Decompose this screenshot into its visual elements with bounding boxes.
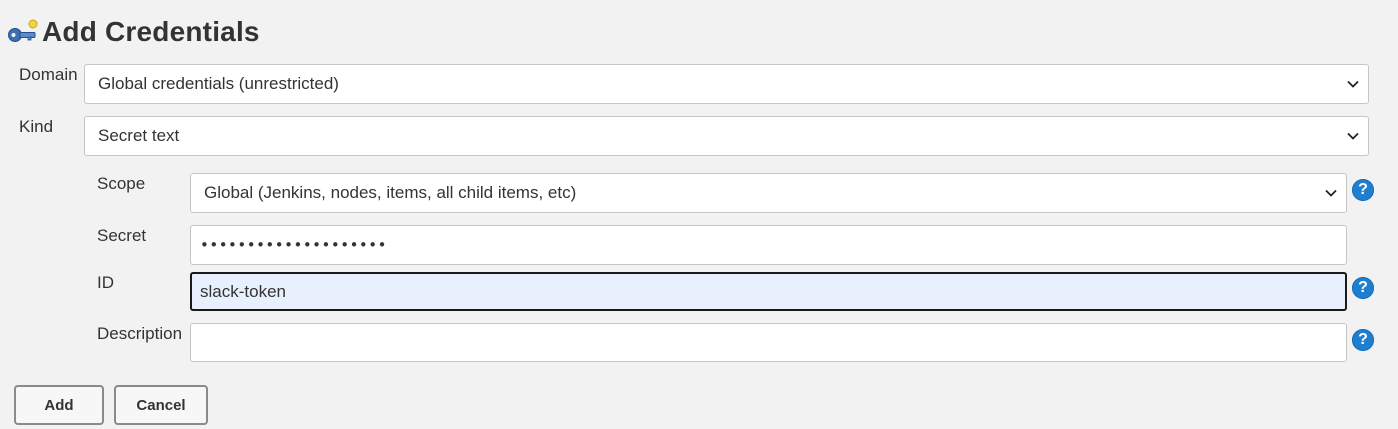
scope-select[interactable]: Global (Jenkins, nodes, items, all child…: [190, 173, 1347, 213]
kind-select-value: Secret text: [98, 126, 180, 145]
secret-input[interactable]: ••••••••••••••••••••: [190, 225, 1347, 265]
chevron-down-icon: [1347, 132, 1359, 140]
kind-label: Kind: [19, 117, 54, 136]
description-help-icon[interactable]: ?: [1352, 329, 1374, 351]
scope-select-value: Global (Jenkins, nodes, items, all child…: [204, 183, 577, 202]
page-title: Add Credentials: [42, 16, 260, 47]
scope-label: Scope: [97, 174, 146, 193]
secret-input-value: ••••••••••••••••••••: [200, 236, 387, 254]
page-header: Add Credentials: [6, 14, 260, 50]
description-label: Description: [97, 324, 183, 343]
kind-select[interactable]: Secret text: [84, 116, 1369, 156]
domain-label: Domain: [19, 65, 78, 84]
id-help-icon[interactable]: ?: [1352, 277, 1374, 299]
chevron-down-icon: [1347, 80, 1359, 88]
domain-select[interactable]: Global credentials (unrestricted): [84, 64, 1369, 104]
key-icon: [6, 18, 38, 46]
secret-label: Secret: [97, 226, 147, 245]
id-input-value: slack-token: [200, 281, 286, 301]
id-input[interactable]: slack-token: [190, 272, 1347, 311]
chevron-down-icon: [1325, 189, 1337, 197]
description-input[interactable]: [190, 323, 1347, 362]
add-button[interactable]: Add: [14, 385, 104, 425]
domain-select-value: Global credentials (unrestricted): [98, 74, 339, 93]
scope-help-icon[interactable]: ?: [1352, 179, 1374, 201]
id-label: ID: [97, 273, 114, 292]
cancel-button[interactable]: Cancel: [114, 385, 208, 425]
